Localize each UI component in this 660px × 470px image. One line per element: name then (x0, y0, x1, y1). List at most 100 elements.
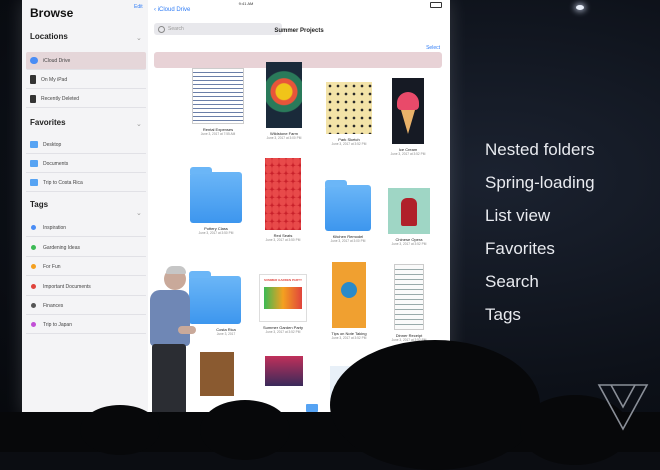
feature-spring-loading: Spring-loading (485, 173, 595, 192)
status-time: 9:41 AM (238, 1, 254, 6)
file-item[interactable]: Chinese Opera June 3, 2017 at 3:52 PM (374, 188, 444, 246)
sidebar-item-recently-deleted[interactable]: Recently Deleted (26, 90, 146, 108)
sidebar-item-trip-to-costa-rica[interactable]: Trip to Costa Rica (26, 174, 146, 192)
audience-head (80, 405, 160, 455)
feature-list-view: List view (485, 206, 551, 225)
sidebar-item-label: Inspiration (43, 224, 67, 231)
sidebar-item-tag-finances[interactable]: Finances (26, 297, 146, 315)
sidebar-item-label: On My iPad (41, 76, 68, 83)
file-date: June 3, 2017 at 3:50 PM (265, 238, 301, 242)
sidebar-item-tag-for-fun[interactable]: For Fun (26, 258, 146, 276)
poster-thumbnail (266, 62, 302, 128)
folder-icon (30, 179, 38, 186)
sidebar-item-tag-inspiration[interactable]: Inspiration (26, 219, 146, 237)
note-taking-thumbnail (332, 262, 366, 328)
tags-header[interactable]: Tags (30, 200, 48, 209)
file-date: June 3, 2017 at 3:52 PM (390, 152, 426, 156)
tag-dot-icon (31, 264, 36, 269)
presenter-pants (152, 344, 186, 422)
watermark-logo-icon (597, 384, 649, 431)
sidebar-item-label: Important Documents (43, 283, 91, 290)
back-button[interactable]: ‹ iCloud Drive (154, 7, 190, 13)
file-date: June 3, 2017 at 3:50 PM (198, 231, 234, 235)
photo-thumbnail[interactable] (265, 356, 303, 386)
opera-thumbnail (388, 188, 430, 234)
page-title: Summer Projects (274, 28, 324, 34)
folder-icon (30, 141, 38, 148)
file-item[interactable]: Rental Expenses June 3, 2017 at 7:55 AM (183, 68, 253, 136)
ice-cream-thumbnail (392, 78, 424, 144)
file-date: June 3, 2017 at 3:00 PM (266, 136, 302, 140)
file-date: June 3, 2017 at 3:00 PM (330, 239, 366, 243)
edit-button[interactable]: Edit (134, 4, 143, 10)
tag-dot-icon (31, 225, 36, 230)
sketch-thumbnail (326, 82, 372, 134)
folder-icon[interactable] (306, 404, 318, 412)
sidebar: Browse Edit Locations ⌄ iCloud Drive On … (22, 0, 149, 415)
locations-header[interactable]: Locations (30, 32, 68, 41)
sidebar-item-tag-important-documents[interactable]: Important Documents (26, 278, 146, 296)
sidebar-item-label: Gardening Ideas (43, 244, 80, 251)
sidebar-item-icloud-drive[interactable]: iCloud Drive (26, 52, 146, 70)
folder-icon (30, 160, 38, 167)
audience-head (330, 340, 540, 470)
spreadsheet-thumbnail (192, 68, 244, 124)
chevron-left-icon: ‹ (154, 7, 156, 13)
sidebar-item-label: Finances (43, 302, 64, 309)
file-date: June 3, 2017 at 3:52 PM (265, 330, 301, 334)
file-date: June 3, 2017 at 3:52 PM (391, 242, 427, 246)
folder-icon (189, 271, 241, 324)
ipad-icon (30, 75, 36, 84)
tag-dot-icon (31, 322, 36, 327)
file-item[interactable]: Wildstone Farm June 3, 2017 at 3:00 PM (249, 62, 319, 140)
photo-thumbnail[interactable] (200, 352, 234, 396)
feature-tags: Tags (485, 305, 521, 324)
back-button-label: iCloud Drive (157, 7, 191, 13)
sidebar-item-tag-gardening-ideas[interactable]: Gardening Ideas (26, 239, 146, 257)
flyer-banner: SUMMER GARDEN PARTY (264, 278, 302, 282)
file-item[interactable]: Kitchen Remodel June 3, 2017 at 3:00 PM (313, 180, 383, 243)
chevron-down-icon[interactable]: ⌄ (136, 34, 142, 42)
sidebar-item-on-my-ipad[interactable]: On My iPad (26, 71, 146, 89)
file-item[interactable]: Ice Cream June 3, 2017 at 3:52 PM (373, 78, 443, 156)
file-item[interactable]: Dinner Receipt June 3, 2017 at 3:52 PM (374, 264, 444, 342)
chevron-down-icon[interactable]: ⌄ (136, 120, 142, 128)
red-seats-thumbnail (265, 158, 301, 230)
battery-icon (430, 2, 442, 8)
file-item[interactable]: Red Seats June 3, 2017 at 3:50 PM (248, 158, 318, 242)
favorites-header[interactable]: Favorites (30, 118, 66, 127)
select-button[interactable]: Select (426, 45, 440, 51)
feature-search: Search (485, 272, 539, 291)
sidebar-item-label: iCloud Drive (43, 57, 71, 64)
sidebar-item-label: Trip to Japan (43, 321, 72, 328)
file-item[interactable]: Pottery Class June 3, 2017 at 3:50 PM (181, 167, 251, 235)
sidebar-item-label: Trip to Costa Rica (43, 179, 83, 186)
presenter-hair (166, 266, 186, 274)
sidebar-item-documents[interactable]: Documents (26, 155, 146, 173)
feature-nested-folders: Nested folders (485, 140, 595, 159)
tag-dot-icon (31, 284, 36, 289)
chevron-down-icon[interactable]: ⌄ (136, 209, 142, 217)
cloud-icon (30, 57, 38, 64)
file-item[interactable]: SUMMER GARDEN PARTY Summer Garden Party … (248, 274, 318, 334)
stage-light (576, 5, 584, 10)
party-flyer-thumbnail: SUMMER GARDEN PARTY (259, 274, 307, 322)
tag-dot-icon (31, 303, 36, 308)
presenter-hands (178, 326, 196, 334)
sidebar-item-desktop[interactable]: Desktop (26, 136, 146, 154)
folder-icon (190, 167, 242, 223)
sidebar-item-label: For Fun (43, 263, 61, 270)
trash-icon (30, 94, 36, 103)
tag-dot-icon (31, 245, 36, 250)
file-date: June 3, 2017 at 7:55 AM (200, 132, 236, 136)
folder-icon (325, 180, 371, 231)
presenter-shirt (150, 290, 190, 346)
stage-background: Browse Edit Locations ⌄ iCloud Drive On … (0, 0, 660, 470)
sidebar-item-tag-trip-to-japan[interactable]: Trip to Japan (26, 316, 146, 334)
feature-favorites: Favorites (485, 239, 555, 258)
receipt-thumbnail (394, 264, 424, 330)
audience-head (200, 400, 290, 460)
sidebar-item-label: Recently Deleted (41, 95, 80, 102)
sidebar-item-label: Documents (43, 160, 69, 167)
sidebar-title: Browse (30, 6, 74, 20)
